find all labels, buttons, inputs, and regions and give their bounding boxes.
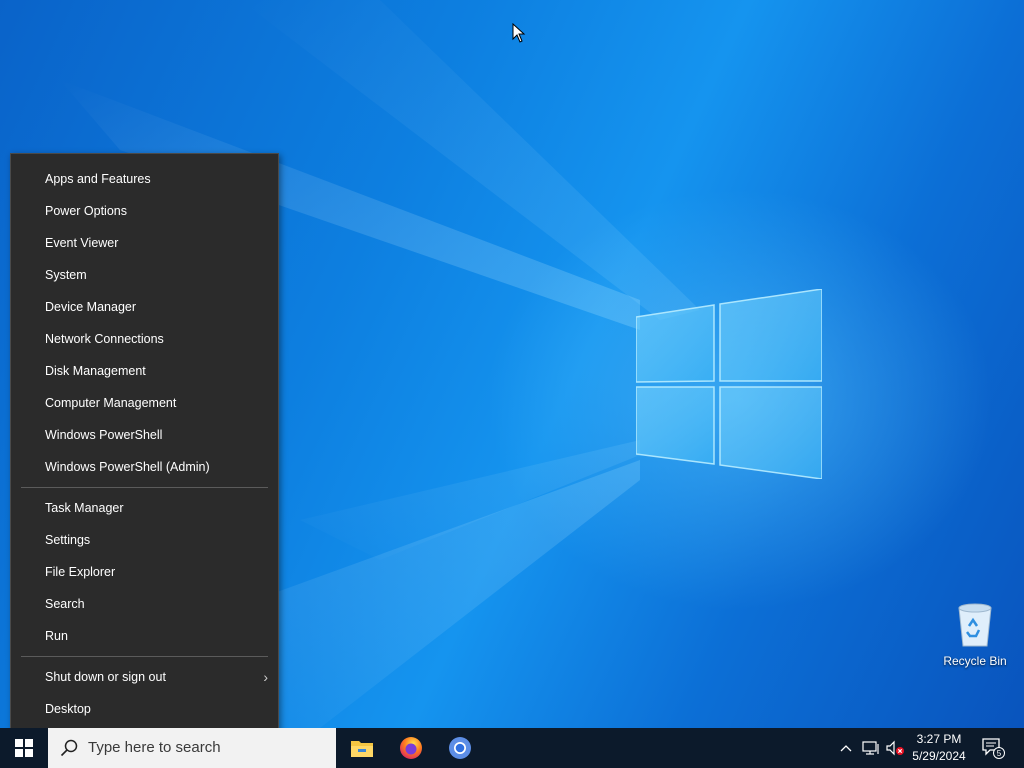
- search-placeholder: Type here to search: [88, 739, 221, 756]
- menu-item-network-connections[interactable]: Network Connections: [11, 323, 278, 355]
- search-icon: [60, 739, 78, 757]
- menu-item-power-options[interactable]: Power Options: [11, 195, 278, 227]
- taskbar-app-file-explorer[interactable]: [338, 728, 386, 768]
- windows-logo-wallpaper: [636, 289, 822, 479]
- network-icon: [862, 741, 879, 755]
- taskbar-search-box[interactable]: Type here to search: [48, 728, 336, 768]
- menu-item-windows-powershell[interactable]: Windows PowerShell: [11, 419, 278, 451]
- chevron-right-icon: ›: [263, 669, 268, 685]
- chromium-icon: [449, 737, 471, 759]
- menu-separator: [21, 487, 268, 488]
- notification-count: 5: [997, 749, 1002, 758]
- quick-link-menu: Apps and Features Power Options Event Vi…: [10, 153, 279, 728]
- tray-volume[interactable]: [884, 728, 906, 768]
- windows-start-icon: [15, 739, 33, 757]
- menu-item-system[interactable]: System: [11, 259, 278, 291]
- start-button[interactable]: [0, 728, 48, 768]
- notification-icon: 5: [982, 738, 1005, 759]
- volume-muted-icon: [886, 740, 904, 756]
- menu-item-event-viewer[interactable]: Event Viewer: [11, 227, 278, 259]
- folder-icon: [351, 741, 373, 757]
- chevron-up-icon: [840, 745, 852, 752]
- recycle-bin-icon: [958, 603, 992, 647]
- menu-item-desktop[interactable]: Desktop: [11, 693, 278, 725]
- menu-item-run[interactable]: Run: [11, 620, 278, 652]
- desktop-icon-recycle-bin[interactable]: Recycle Bin: [940, 600, 1010, 668]
- clock-time: 3:27 PM: [916, 732, 962, 746]
- menu-item-computer-management[interactable]: Computer Management: [11, 387, 278, 419]
- taskbar: Type here to search 3:27 PM 5/29/2024 5: [0, 728, 1024, 768]
- taskbar-app-firefox[interactable]: [387, 728, 435, 768]
- menu-item-windows-powershell-admin[interactable]: Windows PowerShell (Admin): [11, 451, 278, 483]
- menu-item-device-manager[interactable]: Device Manager: [11, 291, 278, 323]
- recycle-bin-label: Recycle Bin: [943, 654, 1007, 668]
- menu-item-shut-down-or-sign-out[interactable]: Shut down or sign out ›: [11, 661, 278, 693]
- menu-item-apps-and-features[interactable]: Apps and Features: [11, 163, 278, 195]
- tray-show-hidden-icons[interactable]: [836, 728, 856, 768]
- menu-item-file-explorer[interactable]: File Explorer: [11, 556, 278, 588]
- firefox-icon: [400, 737, 422, 759]
- menu-separator: [21, 656, 268, 657]
- mouse-cursor-icon: [512, 23, 526, 43]
- menu-item-task-manager[interactable]: Task Manager: [11, 492, 278, 524]
- action-center-button[interactable]: 5: [978, 728, 1008, 768]
- clock-date: 5/29/2024: [912, 749, 966, 763]
- taskbar-clock[interactable]: 3:27 PM 5/29/2024: [904, 728, 974, 768]
- menu-item-search[interactable]: Search: [11, 588, 278, 620]
- tray-network[interactable]: [860, 728, 882, 768]
- taskbar-app-chromium[interactable]: [436, 728, 484, 768]
- menu-item-label: Shut down or sign out: [45, 670, 166, 684]
- desktop[interactable]: Recycle Bin Apps and Features Power Opti…: [0, 0, 1024, 728]
- menu-item-disk-management[interactable]: Disk Management: [11, 355, 278, 387]
- menu-item-settings[interactable]: Settings: [11, 524, 278, 556]
